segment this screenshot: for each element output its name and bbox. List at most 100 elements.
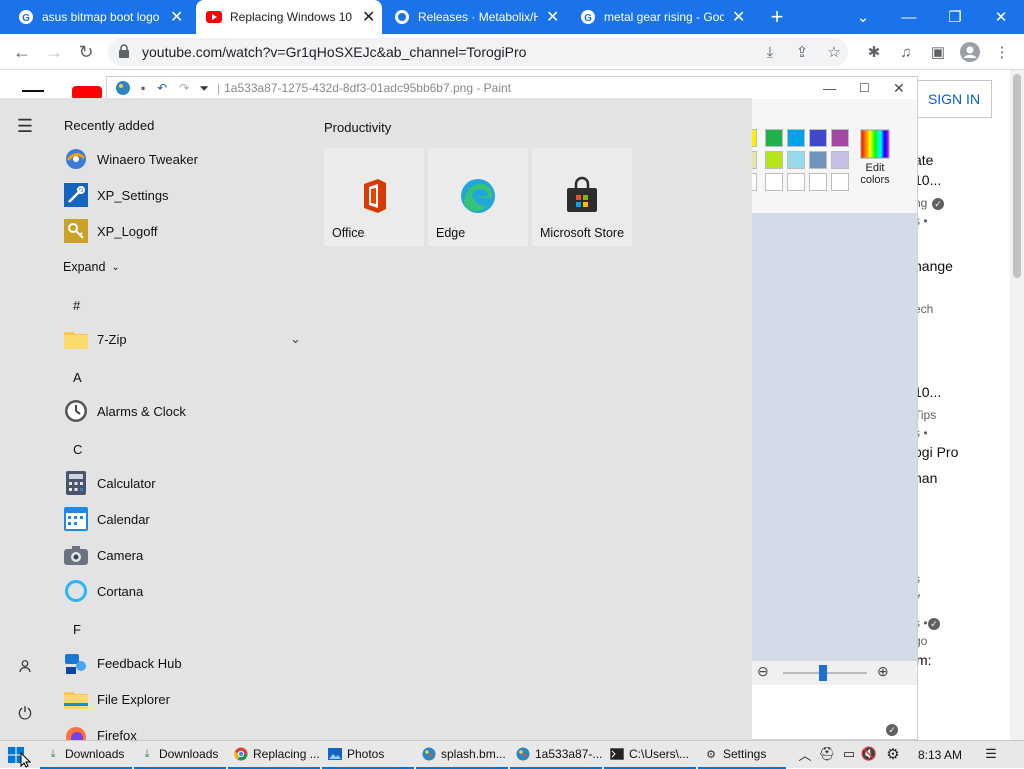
close-icon[interactable]: ✕ — [732, 7, 745, 27]
install-icon[interactable]: ⤓ — [758, 40, 782, 64]
app-list-item[interactable]: 7-Zip ⌄ — [60, 322, 304, 356]
close-icon[interactable]: ✕ — [170, 7, 183, 27]
app-list-item[interactable]: Calculator — [60, 466, 304, 500]
color-swatch[interactable] — [765, 151, 783, 169]
color-swatch[interactable] — [809, 129, 827, 147]
color-swatch-empty[interactable] — [809, 173, 827, 191]
color-swatch[interactable] — [831, 129, 849, 147]
media-control-icon[interactable]: ♫ — [894, 40, 918, 64]
close-icon[interactable]: ✕ — [362, 7, 375, 27]
video-title-fragment[interactable]: ogi Pro — [914, 444, 958, 460]
video-title-fragment[interactable]: 10... — [914, 384, 941, 400]
tile-microsoft-store[interactable]: Microsoft Store — [532, 148, 632, 246]
browser-tab[interactable]: G metal gear rising - Goo ✕ — [570, 0, 745, 34]
scrollbar-thumb[interactable] — [1013, 74, 1021, 278]
app-list-item[interactable]: Calendar — [60, 502, 304, 536]
minimize-button[interactable]: — — [886, 0, 932, 34]
taskbar-item[interactable]: 1a533a87-... — [510, 741, 602, 769]
bookmark-star-icon[interactable]: ☆ — [822, 40, 846, 64]
mouse-cursor-icon — [20, 752, 32, 768]
index-letter[interactable]: A — [73, 370, 82, 385]
taskbar-item[interactable]: Replacing ... — [228, 741, 320, 769]
power-icon[interactable]: ⏻ — [13, 702, 37, 726]
color-swatch[interactable] — [765, 129, 783, 147]
zoom-slider-thumb[interactable] — [819, 665, 827, 681]
color-swatch[interactable] — [831, 151, 849, 169]
zoom-out-icon[interactable]: ⊖ — [757, 663, 769, 680]
color-swatch-empty[interactable] — [787, 173, 805, 191]
app-list-item[interactable]: Feedback Hub — [60, 646, 304, 680]
redo-icon[interactable]: ↷ — [179, 81, 189, 95]
tray-chevron-up-icon[interactable]: ︿ — [796, 745, 814, 763]
extensions-icon[interactable]: ✱ — [862, 40, 886, 64]
back-button[interactable]: ← — [10, 40, 34, 64]
taskbar-item[interactable]: Photos — [322, 741, 414, 769]
tile-office[interactable]: Office — [324, 148, 424, 246]
paint-maximize-button[interactable]: ☐ — [859, 81, 870, 95]
system-clock[interactable]: 8:13 AM — [918, 741, 968, 769]
quick-access-dropdown-icon[interactable]: ⏷ — [199, 81, 209, 96]
edit-colors-button[interactable]: Edit colors — [853, 125, 897, 211]
app-list-item[interactable]: Firefox — [60, 718, 304, 740]
start-menu: ☰ ⏻ Recently added Winaero Tweaker XP_Se… — [0, 98, 752, 740]
color-swatch[interactable] — [787, 151, 805, 169]
address-bar[interactable]: youtube.com/watch?v=Gr1qHoSXEJc&ab_chann… — [108, 38, 848, 66]
share-icon[interactable]: ⇪ — [790, 40, 814, 64]
new-tab-button[interactable]: + — [754, 0, 800, 34]
app-list-item[interactable]: Camera — [60, 538, 304, 572]
user-account-icon[interactable] — [13, 654, 37, 678]
index-letter[interactable]: F — [73, 622, 81, 637]
page-scrollbar[interactable] — [1010, 70, 1024, 740]
color-swatch-empty[interactable] — [765, 173, 783, 191]
notifications-icon[interactable]: ☰ — [982, 745, 1000, 763]
color-swatch[interactable] — [787, 129, 805, 147]
browser-menu-icon[interactable]: ⋮ — [990, 40, 1014, 64]
app-list-item[interactable]: File Explorer — [60, 682, 304, 716]
app-list-item[interactable]: Alarms & Clock — [60, 394, 304, 428]
paint-canvas-area[interactable] — [751, 213, 917, 661]
save-icon[interactable]: ▪ — [141, 81, 145, 95]
close-icon[interactable]: ✕ — [546, 7, 559, 27]
browser-tab[interactable]: Releases · Metabolix/H ✕ — [384, 0, 559, 34]
restore-button[interactable]: ❐ — [932, 0, 978, 34]
app-list-item[interactable]: Winaero Tweaker — [60, 142, 304, 176]
undo-icon[interactable]: ↶ — [157, 81, 167, 95]
taskbar-item[interactable]: ⚙ Settings — [698, 741, 786, 769]
paint-minimize-button[interactable]: — — [823, 81, 836, 96]
index-letter[interactable]: # — [73, 298, 80, 313]
tab-search-chevron-icon[interactable]: ⌄ — [840, 0, 886, 34]
side-panel-icon[interactable]: ▣ — [926, 40, 950, 64]
taskbar-item[interactable]: ⤓ Downloads — [40, 741, 132, 769]
lock-icon[interactable] — [118, 44, 130, 61]
chevron-down-icon[interactable]: ⌄ — [290, 331, 301, 347]
tray-monitor-icon[interactable]: ▭ — [840, 745, 858, 763]
sign-in-button[interactable]: SIGN IN — [916, 80, 992, 118]
browser-tab[interactable]: G asus bitmap boot logo ✕ — [8, 0, 183, 34]
zoom-in-icon[interactable]: ⊕ — [877, 663, 889, 680]
color-swatch-empty[interactable] — [831, 173, 849, 191]
volume-icon[interactable]: 🔇 — [860, 745, 878, 763]
tray-network-icon[interactable]: ⛑ — [818, 745, 836, 763]
youtube-menu-icon[interactable] — [22, 90, 44, 92]
taskbar-item[interactable]: ⤓ Downloads — [134, 741, 226, 769]
tray-gear-icon[interactable]: ⚙ — [884, 745, 902, 763]
color-swatch[interactable] — [809, 151, 827, 169]
expand-button[interactable]: Expand ⌄ — [60, 250, 304, 284]
app-list-item[interactable]: Cortana — [60, 574, 304, 608]
video-title-fragment[interactable]: hange — [914, 258, 953, 274]
app-list-item[interactable]: XP_Logoff — [60, 214, 304, 248]
forward-button[interactable]: → — [42, 40, 66, 64]
window-close-button[interactable]: ✕ — [978, 0, 1024, 34]
tile-edge[interactable]: Edge — [428, 148, 528, 246]
hamburger-menu-icon[interactable]: ☰ — [13, 114, 37, 138]
taskbar-item[interactable]: splash.bm... — [416, 741, 508, 769]
index-letter[interactable]: C — [73, 442, 82, 457]
paint-close-button[interactable]: ✕ — [893, 80, 905, 97]
browser-tab-active[interactable]: Replacing Windows 10 ✕ — [196, 0, 382, 34]
reload-button[interactable]: ↻ — [74, 40, 98, 64]
profile-avatar[interactable] — [958, 40, 982, 64]
browser-tab-strip: G asus bitmap boot logo ✕ Replacing Wind… — [0, 0, 1024, 34]
app-list-item[interactable]: XP_Settings — [60, 178, 304, 212]
video-title-fragment[interactable]: 10... — [914, 172, 941, 188]
taskbar-item[interactable]: C:\Users\... — [604, 741, 696, 769]
